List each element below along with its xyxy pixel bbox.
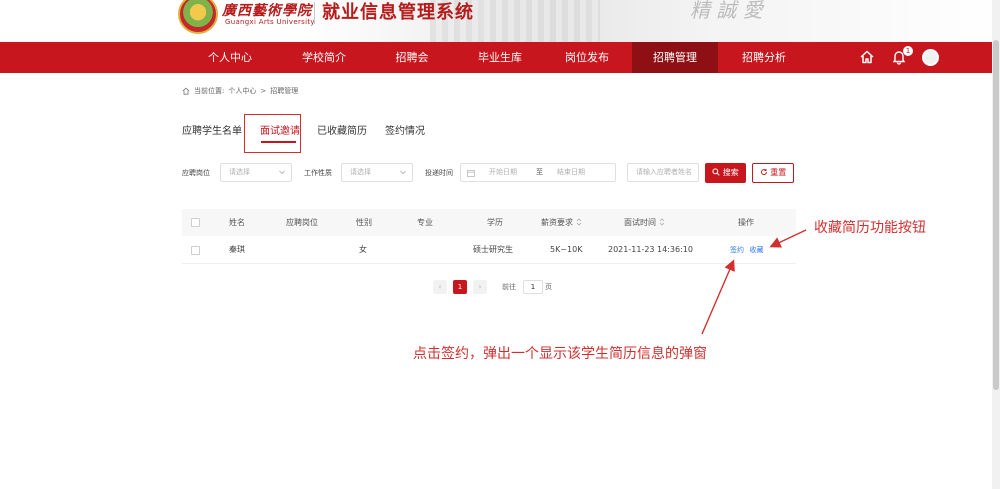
next-page-button[interactable]: › — [473, 280, 487, 294]
date-range-picker[interactable]: 开始日期 至 结束日期 — [460, 163, 616, 182]
annotation-sign-note: 点击签约，弹出一个显示该学生简历信息的弹窗 — [413, 346, 707, 362]
chevron-down-icon — [400, 170, 406, 175]
sort-icon[interactable] — [576, 218, 582, 226]
column-header-major: 专业 — [417, 218, 433, 227]
reset-button-label: 重置 — [770, 168, 787, 177]
breadcrumb-home-icon — [182, 87, 190, 95]
notification-badge: 1 — [903, 46, 913, 56]
time-filter-label: 投递时间 — [425, 169, 453, 177]
jobtype-select[interactable]: 请选择 — [341, 163, 413, 182]
calligraphy-decoration: 精 誠 愛 — [690, 0, 763, 22]
cell-gender: 女 — [359, 245, 367, 254]
tab-applicant-list[interactable]: 应聘学生名单 — [182, 122, 242, 137]
breadcrumb: 当前位置: 个人中心 > 招聘管理 — [182, 86, 298, 96]
cell-education: 硕士研究生 — [473, 245, 513, 254]
breadcrumb-item-personal-center[interactable]: 个人中心 — [228, 86, 256, 96]
position-select[interactable]: 请选择 — [220, 163, 292, 182]
cell-salary: 5K~10K — [550, 245, 583, 254]
annotation-collect-note: 收藏简历功能按钮 — [814, 220, 926, 236]
column-header-education: 学历 — [487, 218, 503, 227]
date-range-separator: 至 — [536, 168, 543, 176]
cell-interview-time: 2021-11-23 14:36:10 — [608, 245, 693, 254]
breadcrumb-separator: > — [260, 87, 267, 95]
chevron-down-icon — [279, 170, 285, 175]
breadcrumb-item-recruit-manage: 招聘管理 — [270, 87, 299, 95]
refresh-icon — [760, 169, 767, 175]
scrollbar-thumb[interactable] — [993, 40, 999, 390]
column-header-position: 应聘岗位 — [286, 218, 318, 227]
university-name-en: Guangxi Arts University — [225, 18, 315, 26]
column-header-action: 操作 — [738, 218, 754, 227]
sort-icon[interactable] — [659, 218, 665, 226]
search-button[interactable]: 搜索 — [705, 163, 746, 183]
title-divider — [314, 2, 315, 24]
column-header-salary[interactable]: 薪资要求 — [541, 209, 582, 236]
end-date-placeholder[interactable]: 结束日期 — [557, 164, 585, 181]
nav-item-job-fair[interactable]: 招聘会 — [370, 42, 454, 73]
home-icon[interactable] — [858, 48, 876, 66]
column-header-salary-label: 薪资要求 — [541, 218, 573, 227]
column-header-name: 姓名 — [229, 218, 245, 227]
name-search-input[interactable]: 请输入应聘者姓名 — [627, 163, 699, 182]
page-suffix-label: 页 — [545, 283, 552, 291]
goto-page-input[interactable]: 1 — [523, 280, 543, 294]
arrow-to-sign — [701, 259, 735, 335]
position-select-placeholder: 请选择 — [229, 168, 250, 176]
annotation-highlight-box — [244, 114, 301, 153]
position-filter-label: 应聘岗位 — [182, 169, 210, 177]
avatar[interactable] — [922, 49, 939, 66]
main-nav: 个人中心 学校简介 招聘会 毕业生库 岗位发布 招聘管理 招聘分析 1 — [0, 42, 992, 73]
column-header-interview-time[interactable]: 面试时间 — [624, 209, 665, 236]
header-banner: 廣西藝術學院 Guangxi Arts University 就业信息管理系统 … — [0, 0, 1000, 42]
system-title: 就业信息管理系统 — [322, 2, 474, 23]
university-name-cn: 廣西藝術學院 — [222, 3, 312, 19]
name-search-placeholder: 请输入应聘者姓名 — [636, 168, 692, 176]
collect-link[interactable]: 收藏 — [750, 246, 764, 254]
table-header: 姓名 应聘岗位 性别 专业 学历 薪资要求 面试时间 操作 — [182, 209, 796, 236]
nav-item-recruit-analysis[interactable]: 招聘分析 — [722, 42, 806, 73]
prev-page-button[interactable]: ‹ — [433, 280, 447, 294]
page-number-current[interactable]: 1 — [453, 280, 467, 294]
table-row: 秦琪 女 硕士研究生 5K~10K 2021-11-23 14:36:10 签约… — [182, 236, 796, 264]
nav-item-recruit-manage[interactable]: 招聘管理 — [632, 42, 718, 73]
reset-button[interactable]: 重置 — [752, 163, 794, 183]
university-logo-seal — [178, 0, 218, 34]
search-icon — [712, 168, 720, 176]
nav-item-job-posting[interactable]: 岗位发布 — [545, 42, 629, 73]
page-scrollbar[interactable] — [992, 0, 1000, 489]
jobtype-select-placeholder: 请选择 — [350, 168, 371, 176]
start-date-placeholder[interactable]: 开始日期 — [489, 164, 517, 181]
select-all-checkbox[interactable] — [191, 218, 200, 227]
breadcrumb-prefix: 当前位置: — [194, 87, 225, 95]
nav-item-graduate-db[interactable]: 毕业生库 — [458, 42, 542, 73]
nav-item-school-intro[interactable]: 学校简介 — [282, 42, 366, 73]
calendar-icon — [467, 170, 475, 177]
jobtype-filter-label: 工作性质 — [304, 169, 332, 177]
nav-item-personal-center[interactable]: 个人中心 — [188, 42, 272, 73]
tab-signing-status[interactable]: 签约情况 — [385, 122, 425, 137]
search-button-label: 搜索 — [722, 168, 739, 177]
sign-link[interactable]: 签约 — [730, 246, 744, 254]
cell-actions: 签约 收藏 — [730, 236, 764, 264]
tab-saved-resumes[interactable]: 已收藏简历 — [317, 122, 367, 137]
goto-label: 前往 — [502, 283, 516, 291]
column-header-interview-time-label: 面试时间 — [624, 218, 656, 227]
cell-name: 秦琪 — [229, 245, 245, 254]
column-header-gender: 性别 — [356, 218, 372, 227]
row-checkbox[interactable] — [191, 246, 200, 255]
